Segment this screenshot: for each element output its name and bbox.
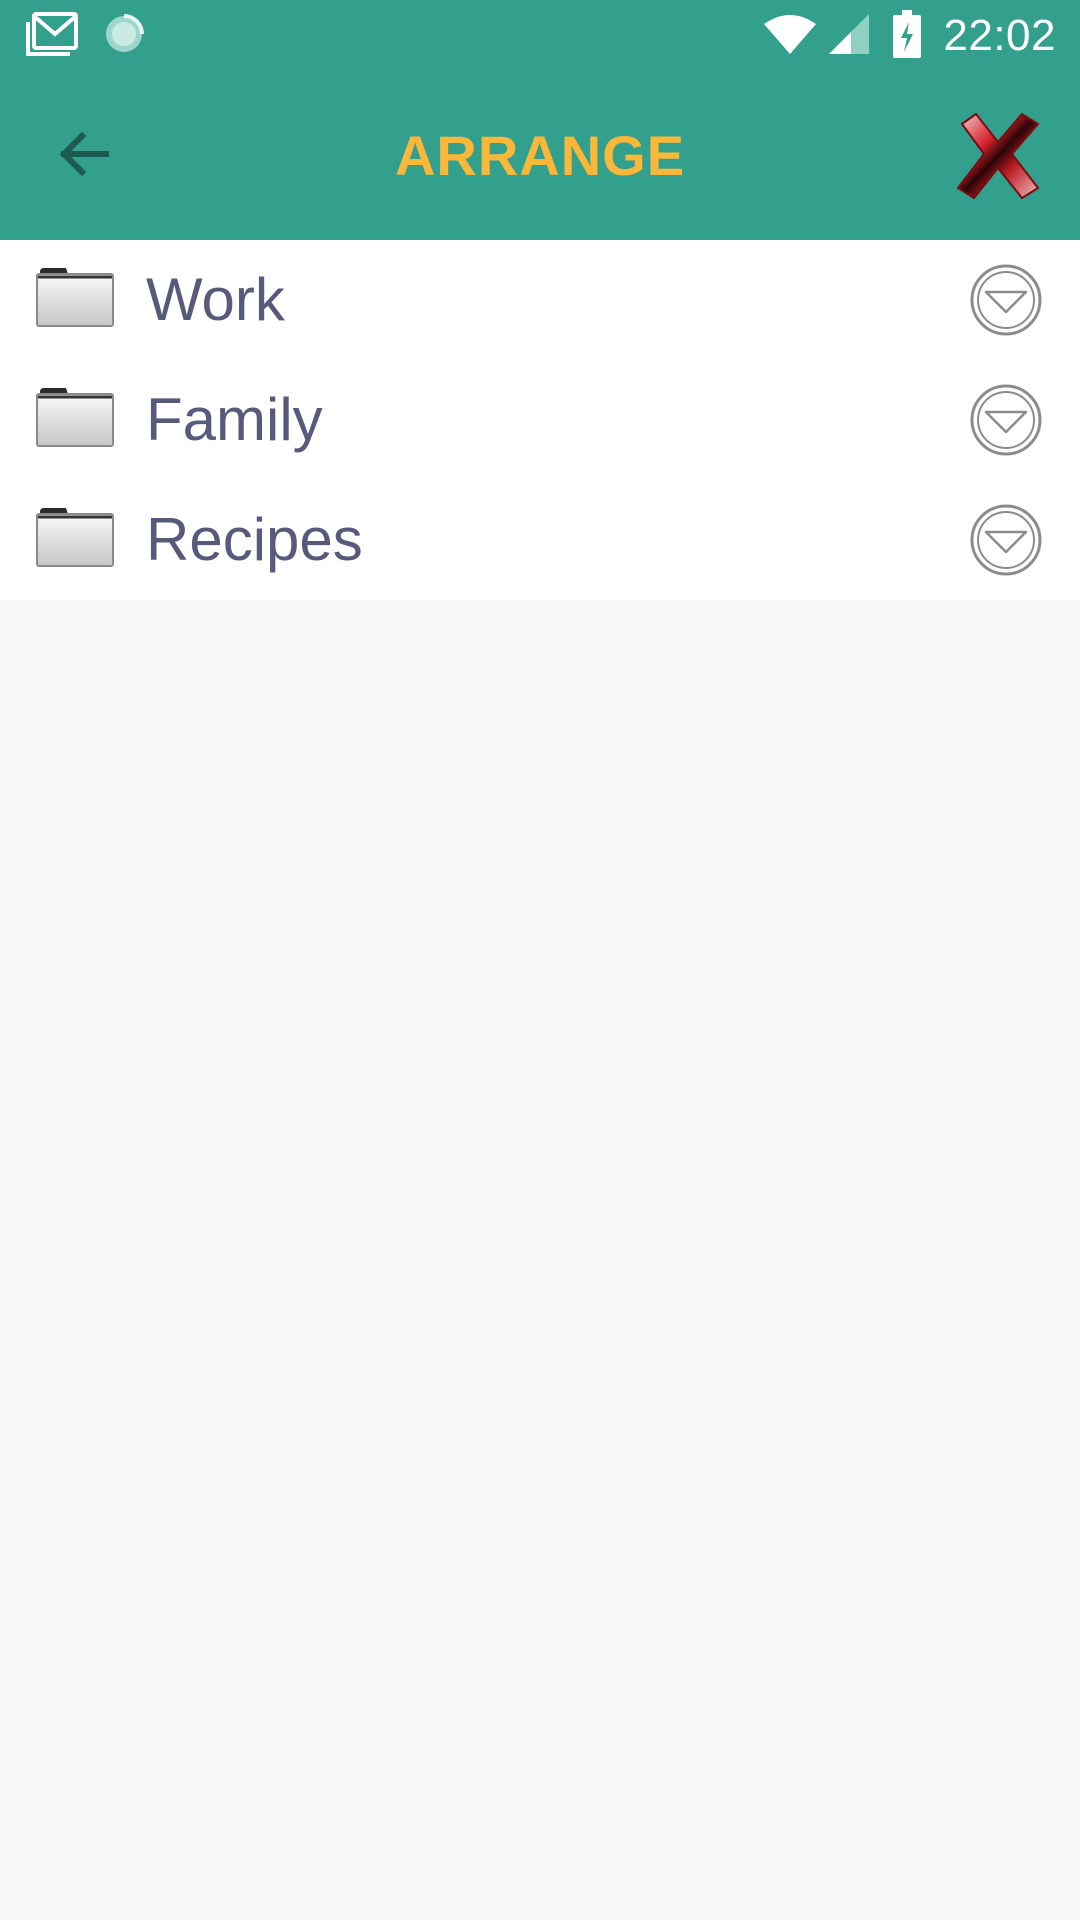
folder-icon <box>36 384 114 448</box>
toolbar: ARRANGE <box>0 72 1080 240</box>
folder-label: Recipes <box>146 506 363 573</box>
red-x-icon <box>952 112 1044 206</box>
list-item[interactable]: Family <box>0 360 1080 480</box>
move-down-icon[interactable] <box>970 264 1042 336</box>
back-button[interactable] <box>48 120 120 192</box>
move-down-icon[interactable] <box>970 504 1042 576</box>
wifi-icon <box>763 14 817 59</box>
notification-icons <box>26 11 146 61</box>
arrow-left-icon <box>58 130 110 183</box>
screen: 22:02 ARRANGE Work Family Recipes <box>0 0 1080 1920</box>
folder-label: Work <box>146 266 285 333</box>
cell-signal-icon <box>827 12 871 61</box>
close-button[interactable] <box>952 110 1044 202</box>
folder-icon <box>36 264 114 328</box>
battery-charging-icon <box>893 9 922 63</box>
system-icons: 22:02 <box>763 0 1056 72</box>
move-down-icon[interactable] <box>970 384 1042 456</box>
folder-icon <box>36 504 114 568</box>
folder-list: Work Family Recipes <box>0 240 1080 600</box>
sync-spinner-icon <box>102 12 146 61</box>
list-item[interactable]: Work <box>0 240 1080 360</box>
list-item[interactable]: Recipes <box>0 480 1080 600</box>
gmail-icon <box>26 11 78 61</box>
page-title: ARRANGE <box>394 124 686 187</box>
folder-label: Family <box>146 386 323 453</box>
status-time: 22:02 <box>943 11 1056 60</box>
status-bar: 22:02 <box>0 0 1080 72</box>
